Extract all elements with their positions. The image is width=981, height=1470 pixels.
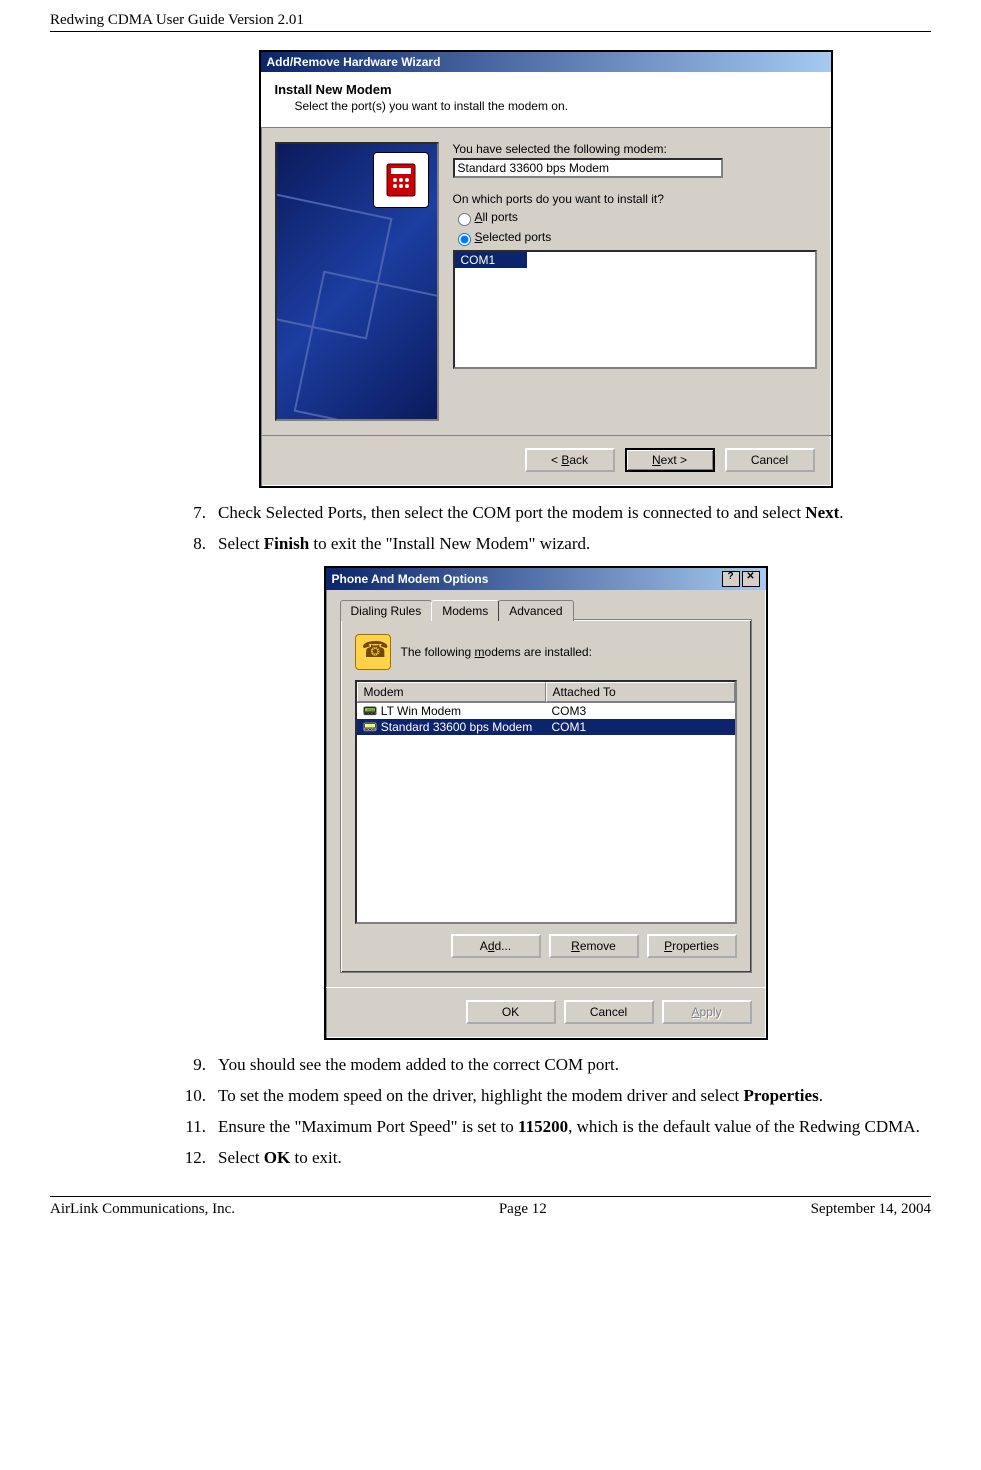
radio-all-ports[interactable] bbox=[458, 213, 471, 226]
step-7: 7.Check Selected Ports, then select the … bbox=[170, 502, 921, 525]
port-item-com1[interactable]: COM1 bbox=[455, 252, 527, 268]
wizard-heading: Install New Modem bbox=[275, 82, 817, 97]
step-8: 8.Select Finish to exit the "Install New… bbox=[170, 533, 921, 556]
wizard-subheading: Select the port(s) you want to install t… bbox=[275, 99, 817, 113]
wizard-window: Add/Remove Hardware Wizard Install New M… bbox=[259, 50, 833, 488]
col-modem[interactable]: Modem bbox=[357, 682, 546, 702]
modem-list-header: Modem Attached To bbox=[357, 682, 735, 703]
pnm-title: Phone And Modem Options bbox=[332, 572, 489, 586]
radio-selected-ports[interactable] bbox=[458, 233, 471, 246]
wizard-modem-field: Standard 33600 bps Modem bbox=[453, 158, 723, 178]
close-button[interactable]: ✕ bbox=[742, 571, 760, 587]
tab-advanced[interactable]: Advanced bbox=[498, 600, 573, 621]
apply-button[interactable]: Apply bbox=[662, 1000, 752, 1024]
pnm-titlebar: Phone And Modem Options ? ✕ bbox=[326, 568, 766, 590]
pnm-intro-text: The following modems are installed: bbox=[401, 645, 592, 659]
step-9: 9.You should see the modem added to the … bbox=[170, 1054, 921, 1077]
pnm-cancel-button[interactable]: Cancel bbox=[564, 1000, 654, 1024]
port-list[interactable]: COM1 bbox=[453, 250, 817, 369]
step-11: 11.Ensure the "Maximum Port Speed" is se… bbox=[170, 1116, 921, 1139]
wizard-side-image bbox=[275, 142, 439, 421]
modem-row-1[interactable]: LT Win Modem COM3 bbox=[357, 703, 735, 719]
step-12: 12.Select OK to exit. bbox=[170, 1147, 921, 1170]
phone-icon bbox=[373, 152, 429, 208]
page-header: Redwing CDMA User Guide Version 2.01 bbox=[50, 0, 931, 29]
modem-row-2[interactable]: Standard 33600 bps Modem COM1 bbox=[357, 719, 735, 735]
help-button[interactable]: ? bbox=[722, 571, 740, 587]
back-button[interactable]: < Back bbox=[525, 448, 615, 472]
wizard-port-prompt: On which ports do you want to install it… bbox=[453, 192, 817, 206]
footer-center: Page 12 bbox=[499, 1201, 547, 1218]
modem-list[interactable]: Modem Attached To LT Win Modem COM3 Stan… bbox=[355, 680, 737, 924]
pnm-tab-panel: The following modems are installed: Mode… bbox=[340, 619, 752, 973]
radio-selected-label: Selected ports bbox=[475, 230, 552, 244]
properties-button[interactable]: Properties bbox=[647, 934, 737, 958]
pnm-window: Phone And Modem Options ? ✕ Dialing Rule… bbox=[324, 566, 768, 1040]
footer-rule bbox=[50, 1196, 931, 1197]
tab-dialing-rules[interactable]: Dialing Rules bbox=[340, 600, 433, 621]
next-button[interactable]: Next > bbox=[625, 448, 715, 472]
wizard-header-panel: Install New Modem Select the port(s) you… bbox=[261, 72, 831, 128]
remove-button[interactable]: Remove bbox=[549, 934, 639, 958]
tab-modems[interactable]: Modems bbox=[431, 600, 499, 621]
header-rule bbox=[50, 31, 931, 32]
col-attached[interactable]: Attached To bbox=[546, 682, 735, 702]
wizard-titlebar: Add/Remove Hardware Wizard bbox=[261, 52, 831, 72]
ok-button[interactable]: OK bbox=[466, 1000, 556, 1024]
telephone-icon bbox=[355, 634, 391, 670]
pnm-tabs: Dialing Rules Modems Advanced bbox=[340, 600, 752, 621]
cancel-button[interactable]: Cancel bbox=[725, 448, 815, 472]
step-10: 10.To set the modem speed on the driver,… bbox=[170, 1085, 921, 1108]
radio-all-label: All ports bbox=[475, 210, 518, 224]
footer-right: September 14, 2004 bbox=[811, 1201, 931, 1218]
wizard-title: Add/Remove Hardware Wizard bbox=[267, 55, 441, 69]
page-footer: AirLink Communications, Inc. Page 12 Sep… bbox=[50, 1201, 931, 1232]
add-button[interactable]: Add... bbox=[451, 934, 541, 958]
wizard-selected-label: You have selected the following modem: bbox=[453, 142, 817, 156]
footer-left: AirLink Communications, Inc. bbox=[50, 1201, 235, 1218]
